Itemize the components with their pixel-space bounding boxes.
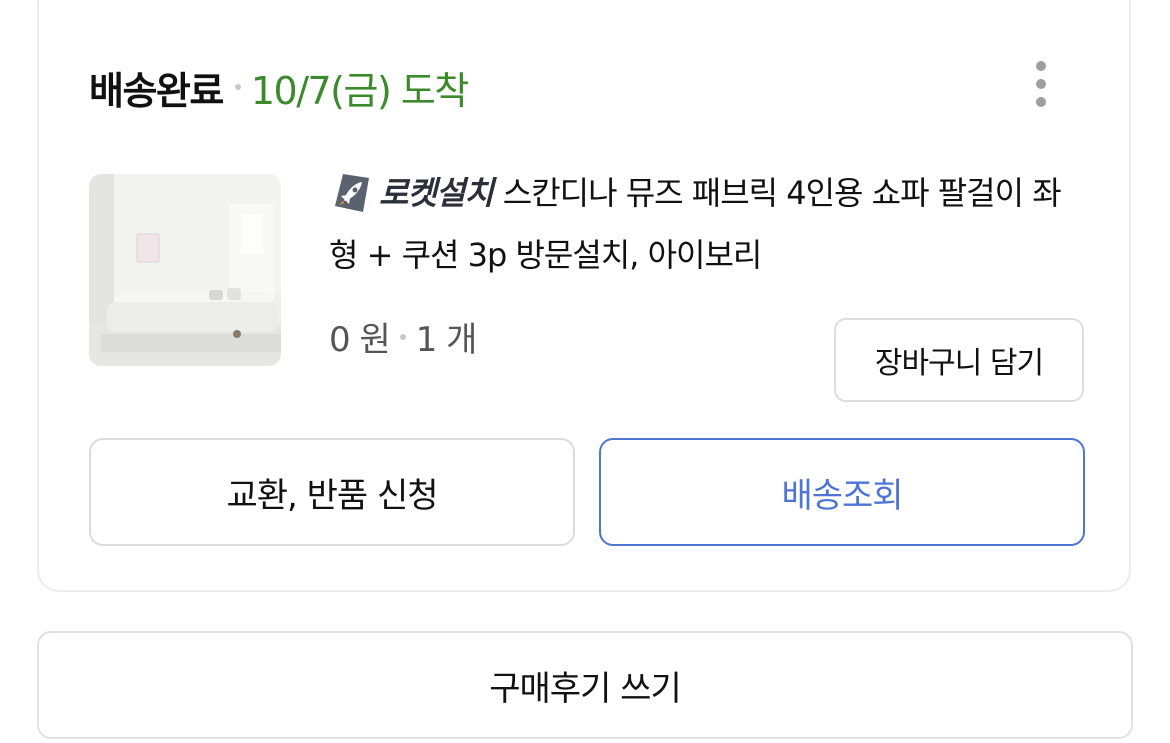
product-info: 로켓설치 스칸디나 뮤즈 패브릭 4인용 쇼파 팔걸이 좌형 + 쿠션 3p 방…: [329, 162, 1089, 286]
order-card: 배송완료 10/7(금) 도착 로켓설치 스칸디나 뮤즈 패브릭 4인용 쇼파 …: [37, 0, 1131, 592]
order-header: 배송완료 10/7(금) 도착: [89, 57, 469, 117]
price-quantity: 0 원 1 개: [329, 312, 478, 361]
arrival-date: 10/7(금) 도착: [250, 68, 469, 113]
product-thumbnail[interactable]: [89, 174, 281, 366]
product-price: 0 원: [329, 320, 391, 360]
exchange-return-button[interactable]: 교환, 반품 신청: [89, 438, 575, 546]
track-delivery-button[interactable]: 배송조회: [599, 438, 1085, 546]
delivery-status: 배송완료: [89, 68, 224, 113]
add-to-cart-button[interactable]: 장바구니 담기: [834, 318, 1084, 402]
rocket-install-label: 로켓설치: [379, 174, 494, 212]
separator-dot: [234, 84, 241, 90]
write-review-button[interactable]: 구매후기 쓰기: [37, 631, 1133, 739]
rocket-install-icon: [335, 174, 369, 212]
product-title[interactable]: 로켓설치 스칸디나 뮤즈 패브릭 4인용 쇼파 팔걸이 좌형 + 쿠션 3p 방…: [329, 162, 1089, 286]
rocket-install-badge: 로켓설치: [329, 162, 494, 224]
more-vertical-icon: [1036, 61, 1046, 71]
product-quantity: 1 개: [415, 320, 478, 360]
separator-dot: [399, 333, 406, 340]
more-options-button[interactable]: [1021, 54, 1061, 114]
